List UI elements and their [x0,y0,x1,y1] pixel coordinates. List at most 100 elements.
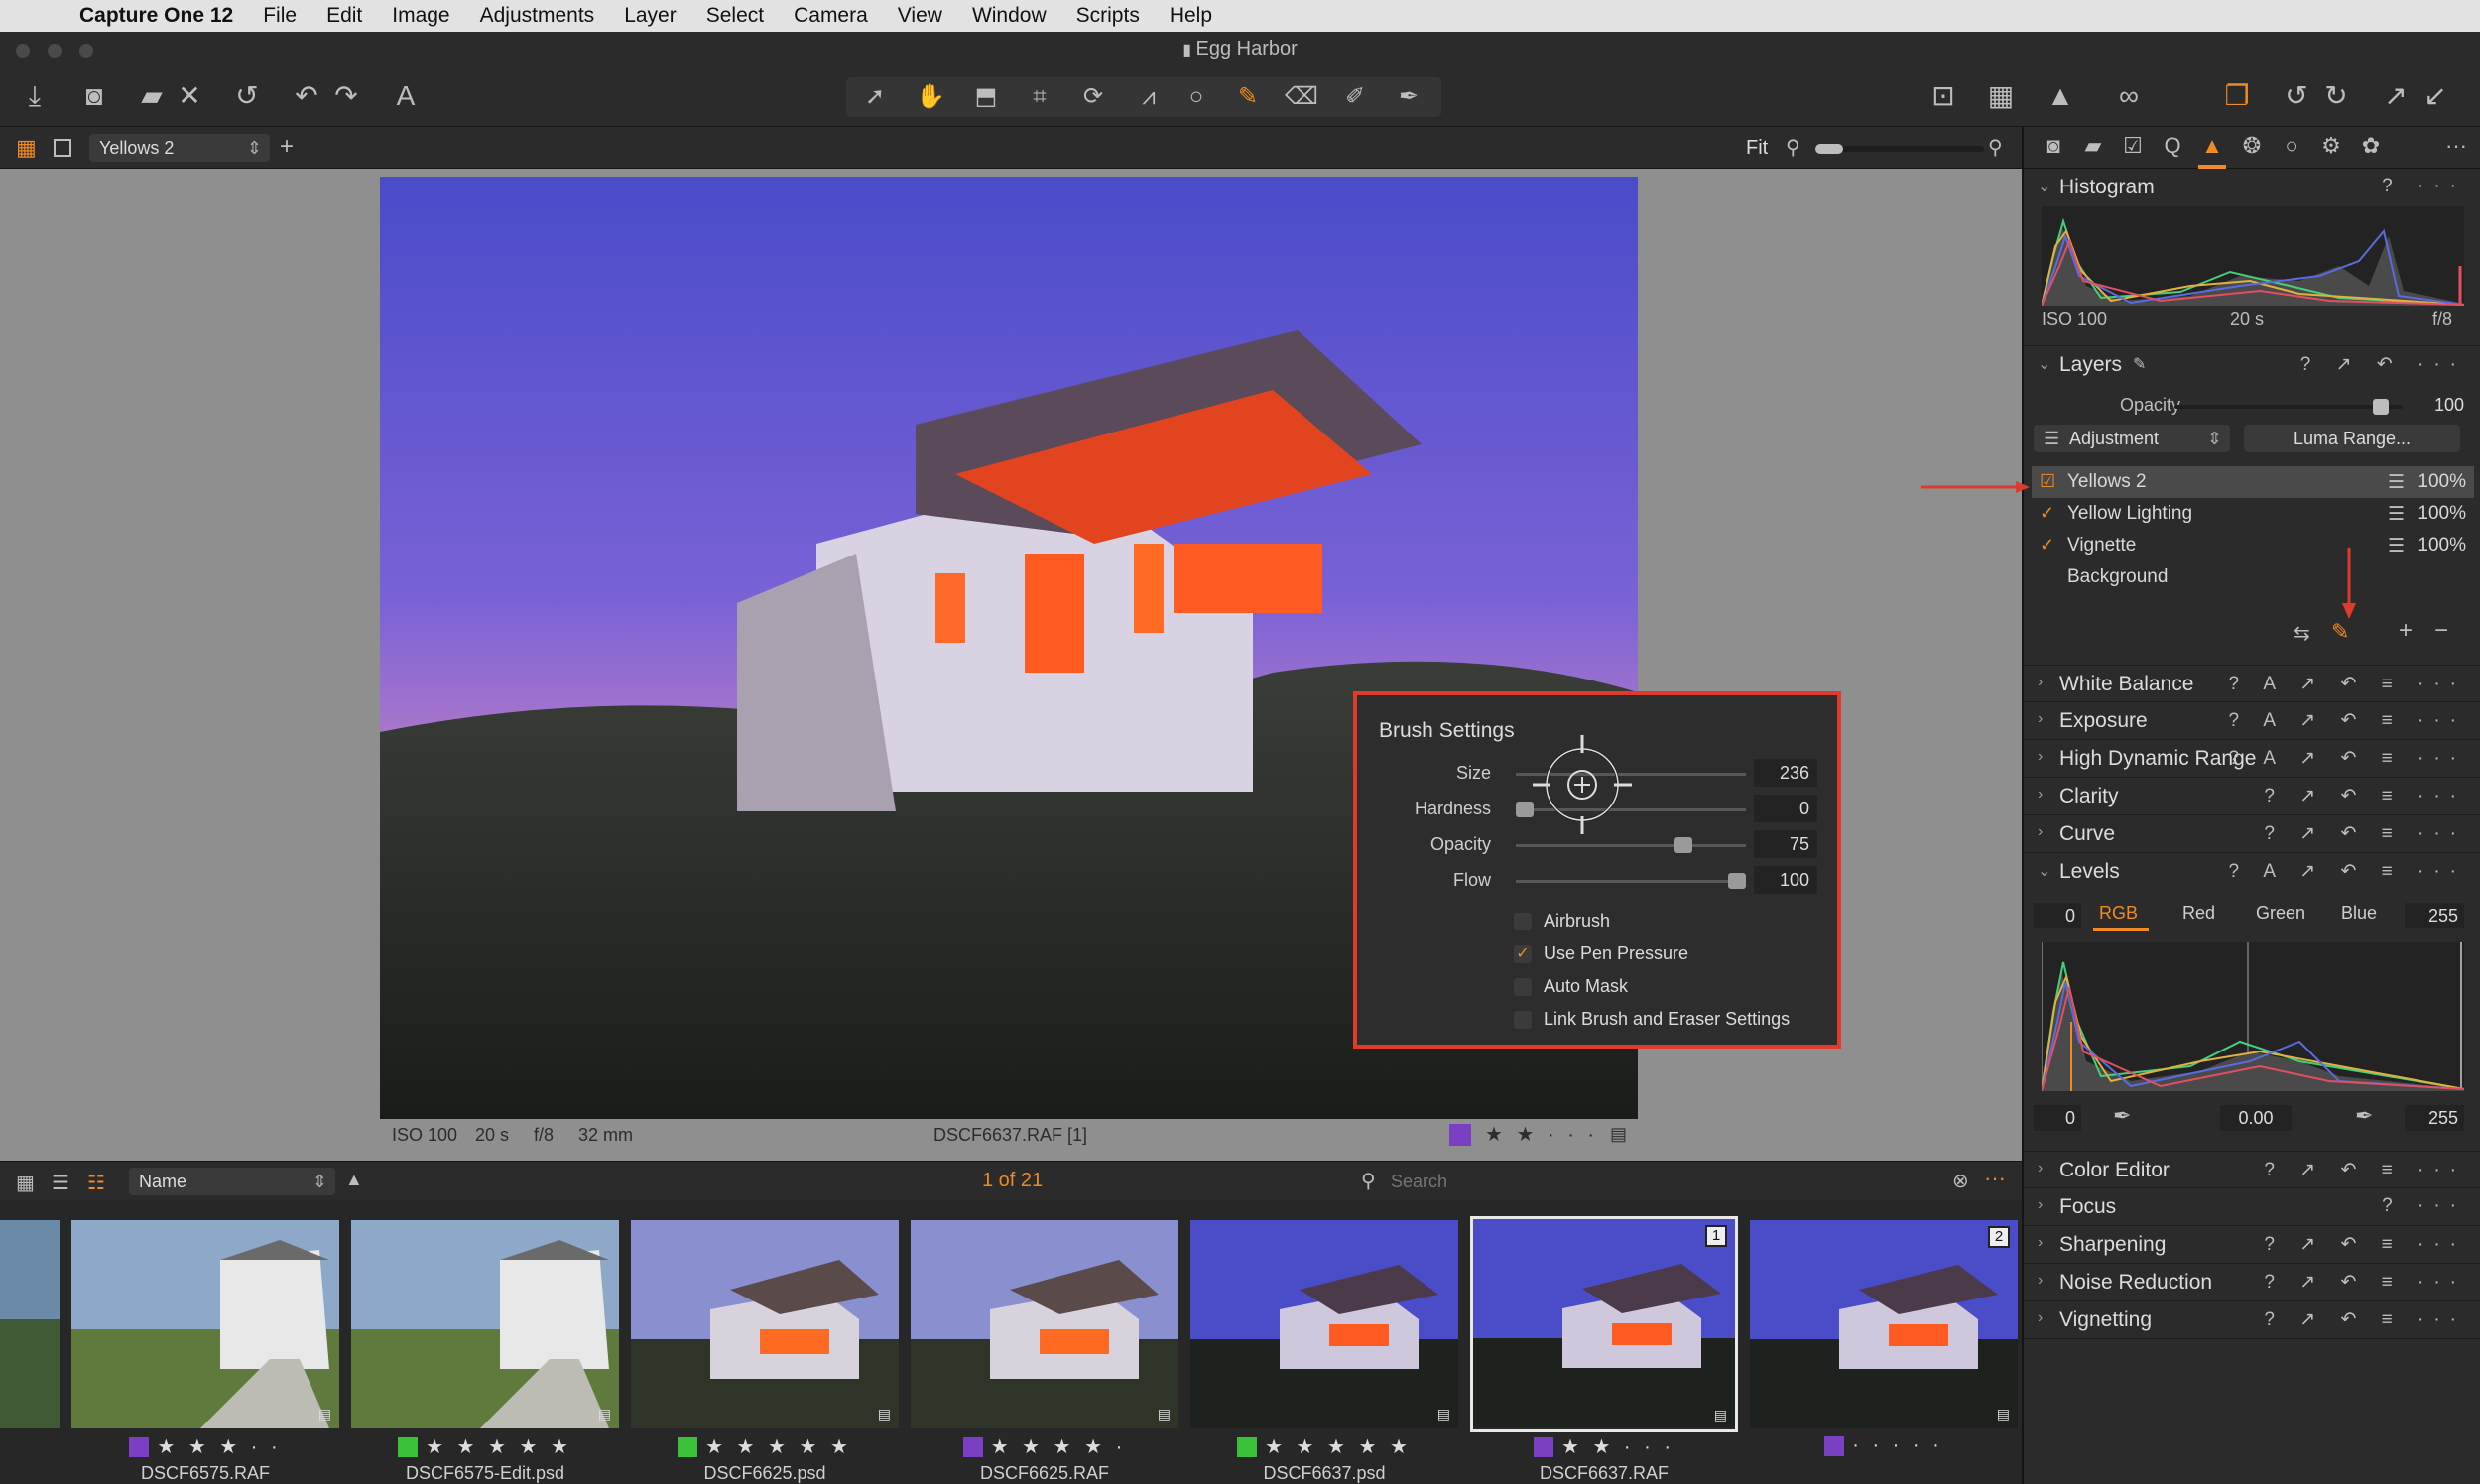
thumbnail[interactable]: 2 ▤ [1750,1220,2018,1428]
menu-adjustments[interactable]: Adjustments [480,4,595,28]
layer-row-yellow-lighting[interactable]: ✓ Yellow Lighting ☰ 100% [2032,498,2474,530]
tool-controls[interactable]: ? ··· [2382,1195,2466,1217]
filter-options-icon[interactable]: ··· [1984,1166,2006,1191]
star-rating[interactable]: ★ ★ ★ ★ ★ [705,1436,852,1458]
chevron-right-icon[interactable]: › [2038,1160,2043,1177]
tool-controls[interactable]: ? ↗ ↶ ≡ ··· [2264,822,2466,845]
levels-tool-header[interactable]: ⌄ Levels ? A ↗ ↶ ≡ ··· [2024,853,2480,891]
zoom-fit-label[interactable]: Fit [1746,137,1768,160]
thumbnail-info-icon[interactable]: ▤ [1437,1406,1450,1422]
focus-tool-header[interactable]: › Focus ? ··· [2024,1188,2480,1226]
zoom-out-icon[interactable]: ⚲ [1786,135,1800,160]
proof-view-icon[interactable]: ⊡ [1924,77,1962,115]
minimize-window-button[interactable] [48,44,62,58]
pen-pressure-checkbox[interactable]: ✓ [1514,945,1532,963]
color-tag[interactable] [1237,1436,1258,1457]
color-tag[interactable] [1824,1435,1845,1456]
layer-adjust-icon[interactable]: ☰ [2388,503,2405,526]
chevron-right-icon[interactable]: › [2038,748,2043,766]
star-rating[interactable]: ★ ★ ★ · · [157,1436,281,1458]
black-point-picker-icon[interactable]: ✒ [2113,1103,2131,1129]
tool-controls[interactable]: ? A ↗ ↶ ≡ ··· [2229,709,2466,732]
layer-opacity-value[interactable]: 100 [2420,395,2464,416]
brush-opacity-value[interactable]: 75 [1754,830,1817,858]
viewer-color-tag[interactable] [1449,1124,1471,1146]
sort-select[interactable]: Name ⇕ [129,1168,335,1195]
select-tool-icon[interactable]: ➚ [856,78,894,116]
levels-output-mid[interactable]: 0.00 [2220,1105,2292,1131]
swap-layers-icon[interactable]: ⇆ [2294,621,2310,646]
color-picker-icon[interactable]: ✒ [1390,78,1427,116]
thumbnail[interactable]: 1 ▤ [1470,1216,1738,1432]
sort-direction-icon[interactable]: ▲ [345,1170,363,1190]
close-window-button[interactable] [16,44,30,58]
menu-camera[interactable]: Camera [794,4,868,28]
list-view-icon[interactable]: ☰ [52,1171,69,1195]
levels-tab-rgb[interactable]: RGB [2099,903,2138,924]
white-balance-tool-header[interactable]: › White Balance ? A ↗ ↶ ≡ ··· [2024,665,2480,702]
delete-icon[interactable]: ✕ [171,77,208,115]
pen-pressure-option[interactable]: ✓ Use Pen Pressure [1514,940,1911,970]
tab-lens-icon[interactable]: ☑ [2117,133,2149,163]
levels-tab-red[interactable]: Red [2182,903,2215,924]
thumbnail-info-icon[interactable]: ▤ [878,1406,891,1422]
color-tag[interactable] [1533,1436,1553,1457]
chevron-down-icon[interactable]: ⌄ [2038,861,2050,881]
erase-mask-icon[interactable]: ⌫ [1283,78,1320,116]
star-rating[interactable]: ★ ★ ★ ★ ★ [1265,1436,1412,1458]
tab-more-icon[interactable]: ··· [2440,133,2472,163]
levels-tab-blue[interactable]: Blue [2341,903,2377,924]
tool-controls[interactable]: ? ↗ ↶ ≡ ··· [2264,1271,2466,1294]
chevron-right-icon[interactable]: › [2038,674,2043,691]
histogram-controls[interactable]: ? ··· [2382,176,2466,197]
spot-removal-icon[interactable]: ○ [1178,78,1215,116]
menu-scripts[interactable]: Scripts [1076,4,1140,28]
white-point-picker-icon[interactable]: ✒ [2355,1103,2373,1129]
brush-size-value[interactable]: 236 [1754,759,1817,787]
thumbnail-info-icon[interactable]: ▤ [1714,1407,1727,1423]
brush-flow-value[interactable]: 100 [1754,866,1817,894]
draw-mask-brush-icon[interactable]: ✎ [1229,78,1267,116]
tool-controls[interactable]: ? ↗ ↶ ≡ ··· [2264,1308,2466,1331]
chevron-right-icon[interactable]: › [2038,786,2043,804]
single-view-icon[interactable] [54,139,71,157]
add-variant-icon[interactable]: + [280,133,294,161]
levels-graph[interactable] [2041,942,2465,1092]
thumbnail-info-icon[interactable]: ▤ [1158,1406,1171,1422]
brush-opacity-knob[interactable] [1674,837,1692,853]
link-brush-eraser-option[interactable]: Link Brush and Eraser Settings [1514,1006,1911,1036]
layer-row-yellows-2[interactable]: ☑ Yellows 2 ☰ 100% [2032,466,2474,498]
auto-mask-checkbox[interactable] [1514,978,1532,996]
thumbnail-info-icon[interactable]: ▤ [318,1406,331,1422]
thumbnail-info-icon[interactable]: ▤ [1997,1406,2010,1422]
tool-controls[interactable]: ? A ↗ ↶ ≡ ··· [2229,747,2466,770]
rotate-left-icon[interactable]: ↺ [2278,77,2315,115]
clarity-tool-header[interactable]: › Clarity ? ↗ ↶ ≡ ··· [2024,778,2480,815]
thumbnail[interactable]: ▤ [351,1220,619,1428]
move-to-folder-icon[interactable]: ▰ [133,77,171,115]
chevron-right-icon[interactable]: › [2038,1272,2043,1290]
brush-hardness-value[interactable]: 0 [1754,795,1817,822]
layer-adjust-icon[interactable]: ☰ [2388,471,2405,494]
edit-all-selected-icon[interactable]: ❐ [2218,77,2256,115]
thumbnail[interactable]: ▤ [911,1220,1178,1428]
import-icon[interactable]: ⤓ [16,77,54,115]
sharpening-tool-header[interactable]: › Sharpening ? ↗ ↶ ≡ ··· [2024,1226,2480,1264]
chevron-right-icon[interactable]: › [2038,1234,2043,1252]
menu-select[interactable]: Select [706,4,764,28]
layer-row-vignette[interactable]: ✓ Vignette ☰ 100% [2032,530,2474,561]
brush-flow-slider[interactable] [1516,873,1746,889]
pan-tool-icon[interactable]: ✋ [912,78,949,116]
color-tag[interactable] [678,1436,698,1457]
menu-edit[interactable]: Edit [326,4,362,28]
viewer-info-icon[interactable]: ▤ [1610,1124,1627,1145]
zoom-window-button[interactable] [79,44,93,58]
menu-help[interactable]: Help [1170,4,1212,28]
reset-icon[interactable]: ↺ [228,77,266,115]
zoom-slider-knob[interactable] [1815,144,1843,154]
vignetting-tool-header[interactable]: › Vignetting ? ↗ ↶ ≡ ··· [2024,1301,2480,1339]
tab-details-icon[interactable]: ○ [2276,133,2307,163]
zoom-slider[interactable] [1815,144,1984,154]
menu-file[interactable]: File [263,4,297,28]
variant-select[interactable]: Yellows 2 ⇕ [89,134,270,162]
